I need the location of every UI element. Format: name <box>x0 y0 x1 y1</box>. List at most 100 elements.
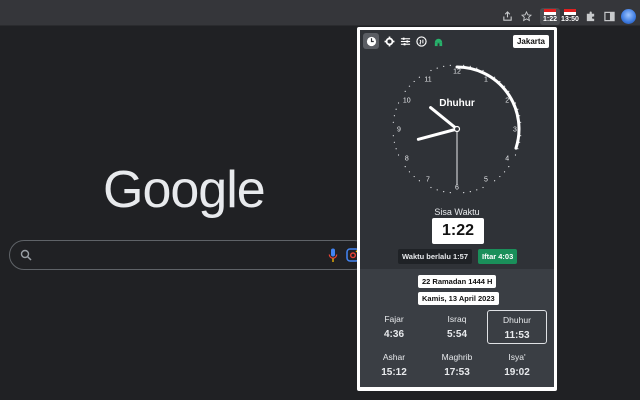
clock-minute-dot <box>436 67 438 69</box>
elapsed-time-chip: Waktu berlalu 1:57 <box>398 249 472 264</box>
popup-toolbar: Jakarta <box>360 30 554 52</box>
prayer-name: Dhuhur <box>503 315 531 325</box>
clock-number: 11 <box>424 76 431 83</box>
popup-body: Jakarta 12 1 2 3 4 5 6 7 8 9 10 11 Dhuhur Sisa Waktu… <box>360 30 554 387</box>
clock-number: 8 <box>405 156 409 163</box>
clock-minute-dot <box>508 166 510 168</box>
current-prayer-label: Dhuhur <box>439 98 475 109</box>
clock-number: 5 <box>484 177 488 184</box>
clock-center <box>453 125 461 133</box>
sidebar-icon[interactable] <box>602 9 616 23</box>
clock-minute-dot <box>449 64 451 66</box>
browser-toolbar: 1:22 13:50 <box>0 6 640 26</box>
prayer-time: 5:54 <box>446 329 467 340</box>
avatar[interactable] <box>621 9 636 24</box>
clock-number: 7 <box>426 177 430 184</box>
clock-minute-dot <box>395 148 397 150</box>
flag-top-stripe <box>544 9 556 12</box>
remaining-time-label: Sisa Waktu <box>434 207 480 217</box>
sliders-icon[interactable] <box>398 34 412 48</box>
clock-number: 9 <box>397 127 401 134</box>
minute-hand <box>416 127 459 141</box>
clock-minute-dot <box>408 171 411 173</box>
clock-minute-dot <box>397 154 400 156</box>
gear-icon[interactable] <box>382 34 396 48</box>
prayer-name: Isya' <box>508 352 526 362</box>
prayer-time-israq: Israq 5:54 <box>427 310 487 344</box>
clock-minute-dot <box>514 154 517 156</box>
share-icon[interactable] <box>500 9 514 23</box>
city-selector[interactable]: Jakarta <box>512 35 549 48</box>
status-row: Waktu berlalu 1:57 Iftar 4:03 <box>360 249 554 264</box>
analog-clock: 121234567891011Dhuhur <box>392 64 522 194</box>
prayer-time-isya: Isya' 19:02 <box>487 348 547 382</box>
clock-minute-dot <box>430 69 432 72</box>
search-icon <box>20 249 32 261</box>
clock-number: 4 <box>505 156 509 163</box>
clock-minute-dot <box>520 135 522 137</box>
clock-minute-dot <box>418 76 420 78</box>
clock-number: 12 <box>453 69 461 76</box>
clock-minute-dot <box>503 171 506 173</box>
search-input[interactable] <box>9 240 369 270</box>
mosque-icon[interactable] <box>431 34 445 48</box>
ext-badge-text: 1:22 <box>542 16 557 23</box>
clock-minute-dot <box>404 90 406 92</box>
prayer-name: Israq <box>447 314 467 324</box>
clock-number: 10 <box>403 98 411 105</box>
prayer-time: 19:02 <box>504 367 530 378</box>
flag-bottom-stripe <box>564 12 576 15</box>
clock-minute-dot <box>494 180 496 182</box>
clock-minute-dot <box>392 135 394 137</box>
star-icon[interactable] <box>519 9 533 23</box>
prayer-times-popup: Jakarta 12 1 2 3 4 5 6 7 8 9 10 11 Dhuhur Sisa Waktu… <box>357 27 557 391</box>
clock-minute-dot <box>393 141 395 143</box>
clock-minute-dot <box>395 108 397 110</box>
clock-minute-dot <box>430 186 432 189</box>
prayer-name: Fajar <box>384 314 404 324</box>
prayer-times-panel: 22 Ramadan 1444 H Kamis, 13 April 2023 F… <box>360 269 554 387</box>
flag-icon <box>564 9 576 15</box>
mic-icon[interactable] <box>328 248 338 263</box>
flag-bottom-stripe <box>544 12 556 15</box>
puzzle-icon[interactable] <box>583 9 597 23</box>
flag-top-stripe <box>564 9 576 12</box>
prayer-name: Maghrib <box>441 352 473 362</box>
google-logo: Google <box>103 161 266 219</box>
clock-minute-dot <box>397 102 400 104</box>
clock-minute-dot <box>413 80 415 83</box>
clock-minute-dot <box>469 191 471 193</box>
clock-minute-dot <box>408 85 411 87</box>
clock-number: 3 <box>513 127 517 134</box>
prayer-time-extension-button[interactable]: 1:22 <box>540 8 560 25</box>
clock-minute-dot <box>436 189 438 191</box>
remaining-time-value: 1:22 <box>432 218 484 244</box>
iftar-chip: Iftar 4:03 <box>478 249 518 264</box>
clock-minute-dot <box>520 121 522 123</box>
gregorian-date: Kamis, 13 April 2023 <box>418 292 499 305</box>
clock-icon[interactable] <box>363 33 379 49</box>
prayer-time: 4:36 <box>383 329 404 340</box>
clock-minute-dot <box>443 191 445 193</box>
prayer-time-maghrib: Maghrib 17:53 <box>427 348 487 382</box>
clock-minute-dot <box>463 64 465 66</box>
flag-icon <box>544 9 556 15</box>
clock-minute-dot <box>499 175 501 178</box>
clock-minute-dot <box>449 192 451 194</box>
clock-minute-dot <box>443 65 445 67</box>
prayer-time: 17:53 <box>444 367 470 378</box>
clock-minute-dot <box>476 189 478 191</box>
clock-minute-dot <box>463 192 465 194</box>
prayer-time: 11:53 <box>504 330 530 341</box>
hijri-icon[interactable] <box>414 34 428 48</box>
prayer-time-fajar: Fajar 4:36 <box>364 310 424 344</box>
clock-minute-dot <box>413 175 415 178</box>
clock-number: 1 <box>484 76 488 83</box>
time-extension-button[interactable]: 13:50 <box>560 8 580 25</box>
prayer-time-dhuhur: Dhuhur 11:53 <box>487 310 547 344</box>
prayer-time-ashar: Ashar 15:12 <box>364 348 424 382</box>
prayer-name: Ashar <box>382 352 406 362</box>
clock-minute-dot <box>393 115 395 117</box>
clock-minute-dot <box>404 166 406 168</box>
clock-number: 6 <box>455 185 459 192</box>
